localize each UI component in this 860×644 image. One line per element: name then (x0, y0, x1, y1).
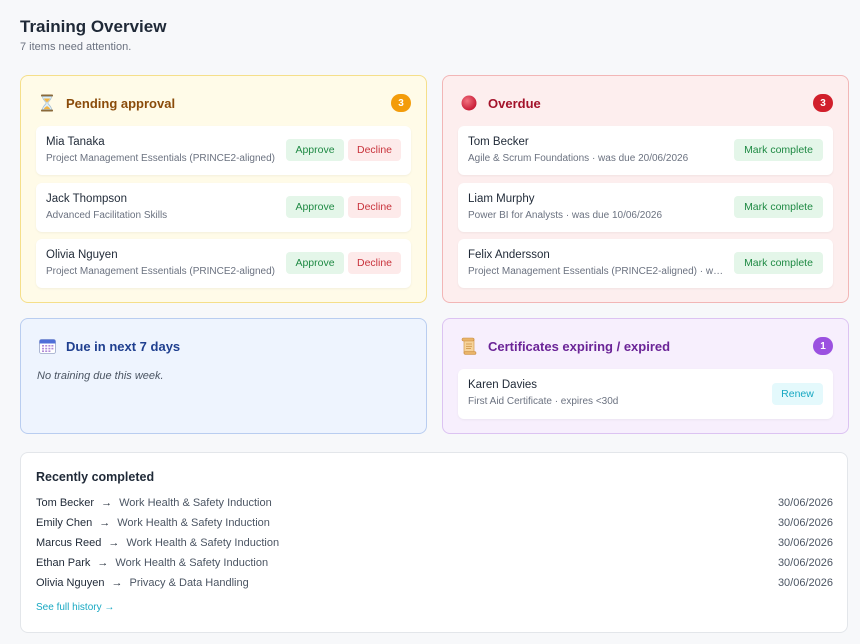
approve-button[interactable]: Approve (286, 252, 344, 274)
overdue-item: Liam Murphy Power BI for Analysts · was … (458, 183, 833, 232)
employee-name: Felix Andersson (468, 249, 550, 261)
overdue-detail: Power BI for Analysts · was due 10/06/20… (468, 210, 662, 221)
course-name: Advanced Facilitation Skills (46, 210, 168, 221)
due-next-7-days-card: Due in next 7 days No training due this … (20, 318, 427, 434)
pending-approval-header: Pending approval 3 (38, 93, 411, 113)
overdue-detail: Project Management Essentials (PRINCE2-a… (468, 266, 725, 277)
employee-name: Tom Becker (36, 497, 95, 509)
employee-name: Olivia Nguyen (46, 249, 118, 261)
pending-item: Jack Thompson Advanced Facilitation Skil… (36, 183, 411, 232)
overdue-header: Overdue 3 (460, 93, 833, 113)
employee-name: Olivia Nguyen (36, 577, 105, 589)
certificates-header: Certificates expiring / expired 1 (460, 336, 833, 356)
decline-button[interactable]: Decline (348, 139, 401, 161)
recently-completed-card: Recently completed Tom Becker → Work Hea… (20, 452, 848, 633)
scroll-icon (460, 337, 478, 355)
certificates-card: Certificates expiring / expired 1 Karen … (442, 318, 849, 434)
pending-item: Olivia Nguyen Project Management Essenti… (36, 239, 411, 288)
recently-completed-title: Recently completed (36, 470, 155, 484)
page-subtitle: 7 items need attention. (20, 41, 132, 53)
employee-name: Mia Tanaka (46, 136, 105, 148)
course-name: Work Health & Safety Induction (126, 537, 280, 549)
employee-name: Liam Murphy (468, 193, 535, 205)
pending-item: Mia Tanaka Project Management Essentials… (36, 126, 411, 175)
course-name: Work Health & Safety Induction (117, 517, 270, 529)
overdue-item: Tom Becker Agile & Scrum Foundations · w… (458, 126, 833, 175)
decline-button[interactable]: Decline (348, 196, 401, 218)
mark-complete-button[interactable]: Mark complete (734, 252, 823, 274)
completed-date: 30/06/2026 (777, 557, 833, 569)
course-name: Project Management Essentials (PRINCE2-a… (46, 153, 275, 164)
employee-name: Ethan Park (36, 557, 91, 569)
arrow-right-icon: → (99, 517, 111, 529)
course-name: Project Management Essentials (PRINCE2-a… (46, 266, 275, 277)
list-item: Emily Chen → Work Health & Safety Induct… (36, 515, 833, 531)
course-name: Work Health & Safety Induction (115, 557, 269, 569)
employee-name: Emily Chen (36, 517, 93, 529)
see-full-history-link[interactable]: See full history → (36, 602, 114, 613)
arrow-right-icon: → (97, 557, 109, 569)
employee-name: Marcus Reed (36, 537, 102, 549)
due-next-7-days-title: Due in next 7 days (66, 338, 181, 354)
red-circle-icon (460, 94, 478, 112)
arrow-right-icon: → (101, 497, 113, 509)
list-item: Tom Becker → Work Health & Safety Induct… (36, 495, 833, 511)
renew-button[interactable]: Renew (772, 383, 823, 405)
approve-button[interactable]: Approve (286, 196, 344, 218)
overdue-count-badge: 3 (813, 94, 833, 112)
mark-complete-button[interactable]: Mark complete (734, 196, 823, 218)
pending-count-badge: 3 (391, 94, 411, 112)
list-item: Ethan Park → Work Health & Safety Induct… (36, 555, 833, 571)
list-item: Olivia Nguyen → Privacy & Data Handling … (36, 575, 833, 591)
calendar-icon (38, 337, 56, 355)
certificates-title: Certificates expiring / expired (488, 338, 671, 354)
hourglass-icon (38, 94, 56, 112)
pending-approval-title: Pending approval (66, 95, 176, 111)
overdue-item: Felix Andersson Project Management Essen… (458, 239, 833, 288)
overdue-detail: Agile & Scrum Foundations · was due 20/0… (468, 153, 689, 164)
approve-button[interactable]: Approve (286, 139, 344, 161)
completed-date: 30/06/2026 (777, 497, 833, 509)
certificate-item: Karen Davies First Aid Certificate · exp… (458, 369, 833, 419)
certificates-count-badge: 1 (813, 337, 833, 355)
list-item: Marcus Reed → Work Health & Safety Induc… (36, 535, 833, 551)
completed-date: 30/06/2026 (777, 537, 833, 549)
page-title: Training Overview (20, 17, 167, 36)
empty-state-text: No training due this week. (37, 370, 164, 382)
overdue-card: Overdue 3 Tom Becker Agile & Scrum Found… (442, 75, 849, 303)
arrow-right-icon: → (108, 537, 120, 549)
overdue-title: Overdue (488, 95, 541, 111)
pending-approval-card: Pending approval 3 Mia Tanaka Project Ma… (20, 75, 427, 303)
due-next-7-days-header: Due in next 7 days (38, 336, 411, 356)
arrow-right-icon: → (111, 577, 123, 589)
mark-complete-button[interactable]: Mark complete (734, 139, 823, 161)
employee-name: Jack Thompson (46, 193, 127, 205)
certificate-detail: First Aid Certificate · expires <30d (468, 396, 619, 407)
course-name: Work Health & Safety Induction (119, 497, 272, 509)
completed-date: 30/06/2026 (777, 577, 833, 589)
employee-name: Karen Davies (468, 379, 538, 391)
completed-date: 30/06/2026 (777, 517, 833, 529)
decline-button[interactable]: Decline (348, 252, 401, 274)
course-name: Privacy & Data Handling (129, 577, 249, 589)
employee-name: Tom Becker (468, 136, 529, 148)
